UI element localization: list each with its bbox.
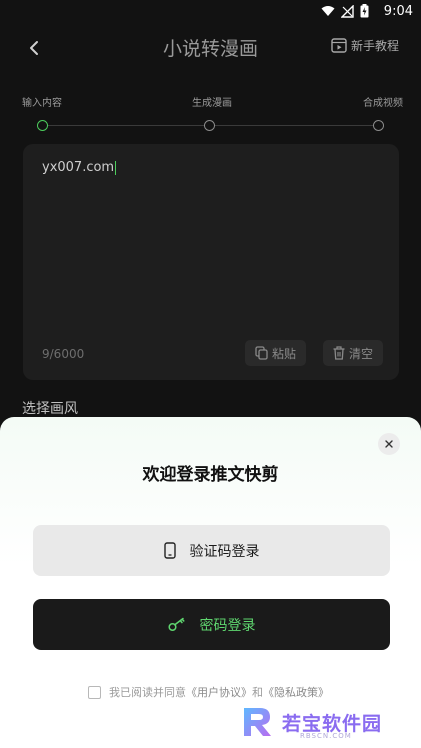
clear-label: 清空 <box>349 346 374 361</box>
privacy-policy-link[interactable]: 《隐私政策》 <box>263 686 329 699</box>
step-label-compose: 合成视频 <box>363 98 403 109</box>
novel-text-content: yx007.com <box>42 160 115 175</box>
step-dot-generate <box>204 120 215 131</box>
tutorial-button[interactable]: 新手教程 <box>331 37 399 54</box>
code-login-button[interactable]: 验证码登录 <box>33 525 390 576</box>
wifi-icon <box>321 6 335 16</box>
paste-label: 粘贴 <box>272 346 297 361</box>
char-counter: 9/6000 <box>42 347 85 361</box>
watermark-logo-icon <box>244 708 271 736</box>
status-bar: 9:04 <box>0 0 421 24</box>
step-dot-input <box>37 120 48 131</box>
paste-icon <box>255 346 268 360</box>
art-style-section-title: 选择画风 <box>22 401 78 417</box>
status-icons <box>321 4 369 18</box>
clear-button[interactable]: 清空 <box>323 340 384 366</box>
close-icon <box>385 440 393 448</box>
battery-charging-icon <box>360 4 369 18</box>
video-play-icon <box>331 38 347 53</box>
phone-icon <box>163 542 176 559</box>
password-login-button[interactable]: 密码登录 <box>33 599 390 650</box>
agreement-text: 我已阅读并同意《用户协议》和《隐私政策》 <box>109 684 329 700</box>
password-login-label: 密码登录 <box>199 617 256 634</box>
text-cursor <box>115 160 117 175</box>
trash-icon <box>333 346 345 360</box>
user-agreement-link[interactable]: 《用户协议》 <box>186 686 252 699</box>
novel-text-value[interactable]: yx007.com <box>42 160 117 175</box>
code-login-label: 验证码登录 <box>189 543 260 560</box>
agreement-row: 我已阅读并同意《用户协议》和《隐私政策》 <box>88 684 329 700</box>
agreement-checkbox[interactable] <box>88 685 101 699</box>
login-title: 欢迎登录推文快剪 <box>142 465 279 485</box>
tutorial-label: 新手教程 <box>350 39 399 53</box>
status-time: 9:04 <box>383 4 413 19</box>
agreement-and: 和 <box>252 686 263 699</box>
watermark-subtext: RBSCN.COM <box>300 732 352 740</box>
step-label-generate: 生成漫画 <box>192 98 232 109</box>
no-signal-icon <box>341 4 354 18</box>
agreement-prefix: 我已阅读并同意 <box>109 686 186 699</box>
key-icon <box>167 617 185 632</box>
close-button[interactable] <box>378 433 400 455</box>
step-dot-compose <box>373 120 384 131</box>
step-label-input: 输入内容 <box>22 98 62 109</box>
paste-button[interactable]: 粘贴 <box>245 340 307 366</box>
